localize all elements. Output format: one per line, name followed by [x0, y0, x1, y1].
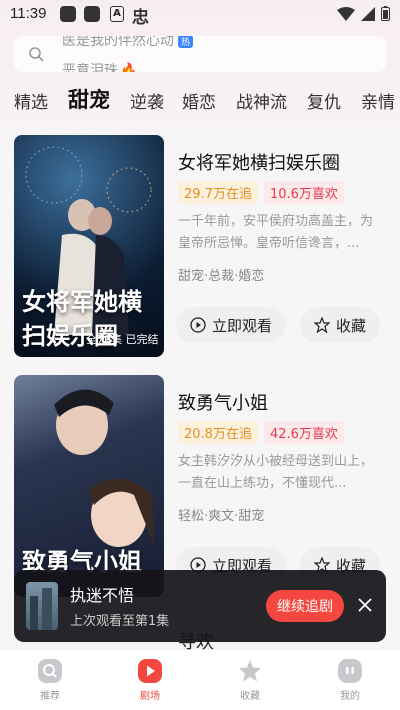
profile-icon	[338, 659, 362, 683]
search-icon	[29, 47, 44, 62]
tab-comeback[interactable]: 逆袭	[130, 88, 164, 113]
search-hint-secondary: 恶意泪珠 🔥	[62, 60, 137, 72]
notification-icon	[84, 6, 100, 22]
nav-label: 推荐	[40, 691, 60, 702]
drama-title[interactable]: 致勇气小姐	[178, 389, 268, 415]
follow-count-badge: 20.8万在追	[178, 421, 258, 444]
app-notification-icon: 忠	[132, 8, 149, 28]
mini-player-title: 执迷不悟	[70, 586, 135, 605]
drama-title[interactable]: 女将军她横扫娱乐圈	[178, 149, 340, 175]
status-time: 11:39	[10, 5, 47, 22]
mini-player-progress: 上次观看至第1集	[70, 614, 170, 629]
like-count-badge: 10.6万喜欢	[263, 181, 344, 204]
search-bar[interactable]: 医是我的伴然心动热 恶意泪珠 🔥	[14, 36, 386, 72]
drama-cover[interactable]: 女将军她横扫娱乐圈 全70集 已完结	[14, 135, 164, 357]
drama-genre: 甜宠·总裁·婚恋	[178, 269, 265, 284]
collect-button[interactable]: 收藏	[300, 307, 380, 343]
drama-tags: 20.8万在追 42.6万喜欢	[178, 421, 344, 444]
category-tabs: 精选 甜宠 逆袭 婚恋 战神流 复仇 亲情	[0, 82, 400, 116]
signal-icon	[361, 6, 375, 21]
fire-icon: 🔥	[120, 63, 138, 72]
tab-war-god[interactable]: 战神流	[236, 88, 287, 113]
tab-revenge[interactable]: 复仇	[307, 88, 341, 113]
theater-icon	[138, 659, 162, 683]
drama-description: 一千年前，安平侯府功高盖主，为皇帝所忌惮。皇帝听信谗言，...	[178, 214, 374, 251]
nav-theater[interactable]: 剧场	[100, 650, 200, 710]
nav-label: 我的	[340, 691, 360, 702]
star-icon	[239, 660, 261, 682]
nav-recommend[interactable]: 推荐	[0, 650, 100, 710]
continue-watching-bar[interactable]: 执迷不悟 上次观看至第1集 继续追剧	[14, 570, 386, 642]
play-icon	[190, 317, 206, 333]
a-icon: A	[110, 6, 124, 22]
tab-marriage[interactable]: 婚恋	[182, 88, 216, 113]
tab-family[interactable]: 亲情	[361, 88, 395, 113]
search-hint-primary: 医是我的伴然心动热	[62, 36, 194, 50]
drama-tags: 29.7万在追 10.6万喜欢	[178, 181, 344, 204]
bottom-nav: 推荐 剧场 收藏 我的	[0, 650, 400, 710]
star-icon	[313, 317, 330, 333]
status-bar: 11:39 A 忠	[0, 0, 400, 28]
follow-count-badge: 29.7万在追	[178, 181, 258, 204]
search-hint-text: 医是我的伴然心动	[62, 36, 174, 49]
nav-label: 剧场	[140, 691, 160, 702]
drama-description: 女主韩汐汐从小被经母送到山上，一直在山上练功，不懂现代...	[178, 454, 374, 491]
close-icon[interactable]	[356, 596, 374, 614]
cover-episode-info: 全70集 已完结	[86, 333, 159, 346]
watch-now-label: 立即观看	[211, 316, 272, 335]
drama-cover[interactable]: 致勇气小姐	[14, 375, 164, 597]
nav-profile[interactable]: 我的	[300, 650, 400, 710]
watch-now-button[interactable]: 立即观看	[176, 307, 286, 343]
battery-icon	[381, 6, 390, 21]
hot-badge: 热	[178, 36, 194, 48]
notification-icon	[60, 6, 76, 22]
continue-watching-button[interactable]: 继续追剧	[266, 590, 344, 622]
mini-cover	[26, 582, 58, 630]
tab-featured[interactable]: 精选	[14, 88, 48, 113]
wifi-icon	[337, 6, 355, 21]
drama-genre: 轻松·爽文·甜宠	[178, 509, 265, 524]
tab-sweet-romance[interactable]: 甜宠	[68, 84, 110, 114]
recommend-icon	[38, 659, 62, 683]
like-count-badge: 42.6万喜欢	[263, 421, 344, 444]
status-indicators	[337, 6, 390, 21]
search-hint-text-2: 恶意泪珠	[62, 63, 118, 72]
collect-label: 收藏	[335, 316, 366, 335]
nav-collection[interactable]: 收藏	[200, 650, 300, 710]
nav-label: 收藏	[240, 691, 260, 702]
